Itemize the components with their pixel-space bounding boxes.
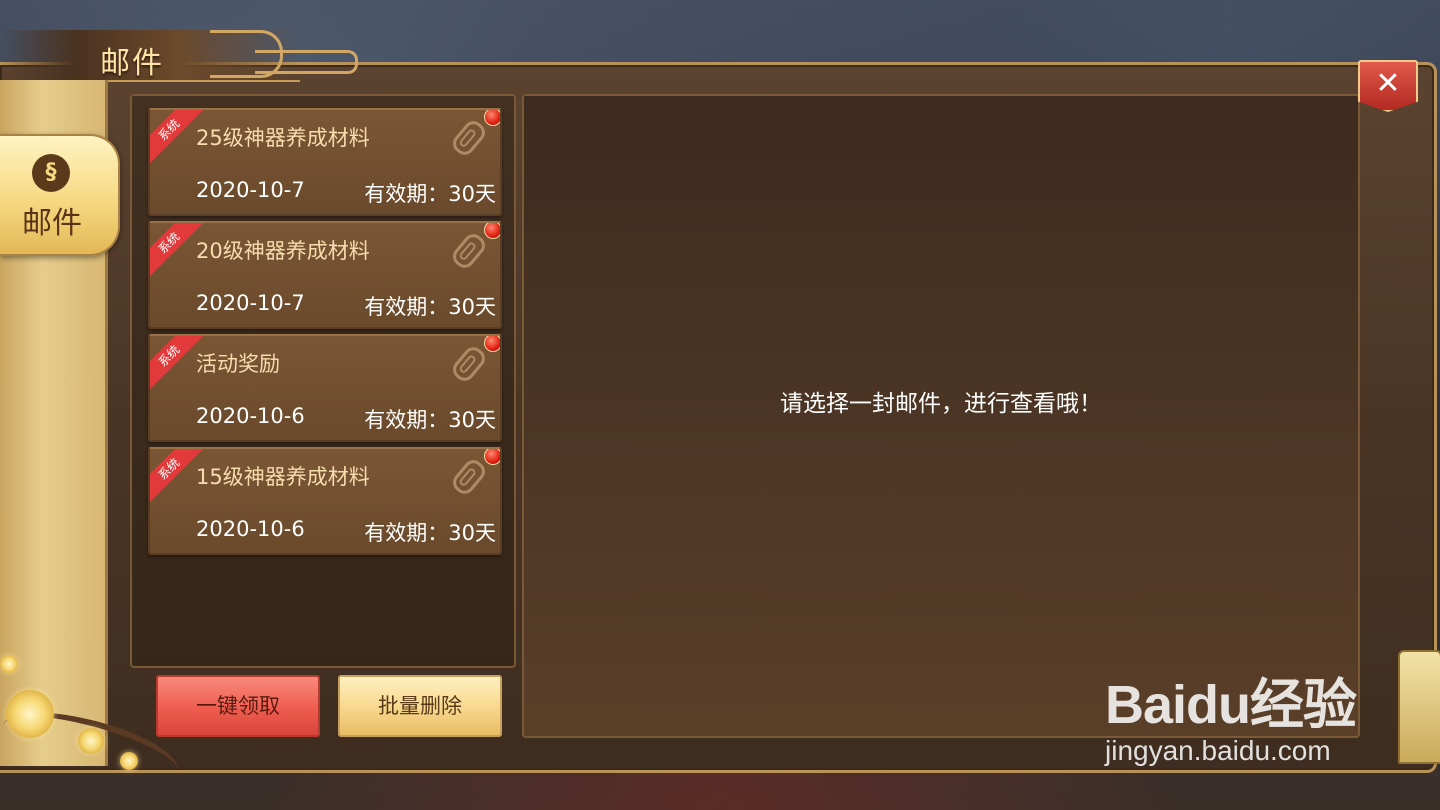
mail-title: 15级神器养成材料: [196, 465, 370, 489]
watermark: Baidu经验 jingyan.baidu.com: [1105, 660, 1357, 767]
attachment-icon: [449, 230, 489, 272]
sidebar-tab-mail[interactable]: § 邮件: [0, 134, 120, 256]
sidebar-tab-label: 邮件: [22, 206, 82, 241]
attachment-icon: [449, 117, 489, 159]
unread-dot-icon: [484, 223, 500, 239]
cloud-ornament: [255, 50, 358, 74]
mail-title: 20级神器养成材料: [196, 239, 370, 263]
mail-date: 2020-10-7: [196, 291, 305, 315]
flower-decoration: [6, 690, 54, 738]
mail-detail-panel: 请选择一封邮件，进行查看哦！: [522, 94, 1360, 738]
mail-title: 活动奖励: [196, 352, 280, 376]
lantern-decoration: [1398, 650, 1440, 764]
mail-date: 2020-10-6: [196, 404, 305, 428]
flower-decoration: [0, 655, 18, 673]
watermark-url: jingyan.baidu.com: [1105, 735, 1331, 766]
mail-expiry: 有效期：30天: [364, 182, 496, 206]
batch-delete-button[interactable]: 批量删除: [338, 675, 502, 737]
mail-expiry: 有效期：30天: [364, 521, 496, 545]
watermark-logo: Baidu经验: [1105, 675, 1357, 735]
window-title: 邮件: [100, 46, 164, 81]
mail-icon: §: [32, 154, 70, 192]
unread-dot-icon: [484, 336, 500, 352]
mail-expiry: 有效期：30天: [364, 295, 496, 319]
mail-title: 25级神器养成材料: [196, 126, 370, 150]
mail-date: 2020-10-7: [196, 178, 305, 202]
mail-item[interactable]: 系统 25级神器养成材料 2020-10-7 有效期：30天: [148, 108, 502, 216]
unread-dot-icon: [484, 110, 500, 126]
mail-date: 2020-10-6: [196, 517, 305, 541]
mail-list-panel: 系统 25级神器养成材料 2020-10-7 有效期：30天 系统 20级神器养…: [130, 94, 516, 668]
mail-item[interactable]: 系统 活动奖励 2020-10-6 有效期：30天: [148, 334, 502, 442]
unread-dot-icon: [484, 449, 500, 465]
mail-item[interactable]: 系统 15级神器养成材料 2020-10-6 有效期：30天: [148, 447, 502, 555]
flower-decoration: [78, 728, 104, 754]
flower-decoration: [120, 752, 138, 770]
attachment-icon: [449, 343, 489, 385]
close-button[interactable]: ✕: [1358, 60, 1418, 112]
claim-all-button[interactable]: 一键领取: [156, 675, 320, 737]
mail-expiry: 有效期：30天: [364, 408, 496, 432]
empty-detail-message: 请选择一封邮件，进行查看哦！: [780, 391, 1102, 417]
mail-item[interactable]: 系统 20级神器养成材料 2020-10-7 有效期：30天: [148, 221, 502, 329]
attachment-icon: [449, 456, 489, 498]
